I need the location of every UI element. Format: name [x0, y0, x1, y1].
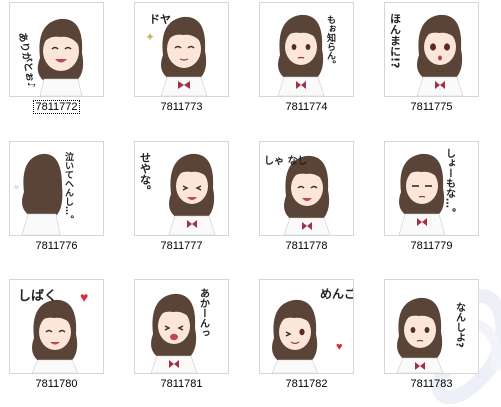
sticker-thumbnail[interactable]: ほんまに!? [384, 2, 479, 97]
girl-laughing-image: ありがとぉ♪ [16, 18, 84, 96]
girl-pouting-image: もぉ知らん。 [277, 14, 337, 96]
sticker-thumbnail[interactable]: しばく ♥ [9, 279, 104, 374]
sticker-item[interactable]: なんしよ? 7811783 [384, 279, 484, 397]
sticker-id-label: 7811777 [160, 240, 203, 252]
svg-text:ドヤ: ドヤ [149, 13, 171, 26]
sticker-item[interactable]: ありがとぉ♪ 7811772 [9, 2, 109, 120]
sticker-id-label: 7811775 [410, 101, 453, 113]
sticker-item[interactable]: もぉ知らん。 7811774 [259, 2, 359, 120]
svg-text:泣いてへんし…。: 泣いてへんし…。 [63, 151, 74, 224]
sticker-thumbnail[interactable]: ありがとぉ♪ [9, 2, 104, 97]
svg-text:しゃ なし: しゃ なし [264, 155, 307, 167]
sticker-thumbnail[interactable]: ✦ ドヤ [134, 2, 229, 97]
sticker-thumbnail[interactable]: めんご ♥ [259, 279, 354, 374]
sticker-id-label: 7811774 [285, 101, 328, 113]
sticker-grid: ありがとぉ♪ 7811772 ✦ ドヤ 7811773 もぉ知らん。 78117… [0, 0, 501, 407]
girl-smug-image: ✦ ドヤ [145, 13, 208, 96]
sticker-item[interactable]: ≈ 泣いてへんし…。 7811776 [9, 141, 109, 259]
svg-text:なんしよ?: なんしよ? [454, 302, 466, 348]
sticker-id-label: 7811773 [160, 101, 203, 113]
svg-text:ほんまに!?: ほんまに!? [389, 13, 402, 69]
sticker-item[interactable]: めんご ♥ 7811782 [259, 279, 359, 397]
sticker-item[interactable]: ほんまに!? 7811775 [384, 2, 484, 120]
sticker-thumbnail[interactable]: なんしよ? [384, 279, 479, 374]
sticker-item[interactable]: せやな。 7811777 [134, 141, 234, 259]
sticker-item[interactable]: しょーもな…。 7811779 [384, 141, 484, 259]
sticker-item[interactable]: しゃ なし 7811778 [259, 141, 359, 259]
svg-text:あかーんっ: あかーんっ [198, 288, 210, 338]
sticker-id-label: 7811780 [35, 378, 78, 390]
sticker-id-label: 7811783 [410, 378, 453, 390]
svg-text:めんご: めんご [320, 286, 353, 301]
girl-shouting-image: あかーんっ [150, 288, 210, 373]
svg-text:ありがとぉ♪: ありがとぉ♪ [16, 31, 39, 89]
girl-questioning-image: なんしよ? [396, 297, 466, 373]
sticker-thumbnail[interactable]: あかーんっ [134, 279, 229, 374]
girl-surprised-image: ほんまに!? [389, 13, 464, 96]
svg-text:♥: ♥ [336, 341, 343, 353]
sticker-item[interactable]: ✦ ドヤ 7811773 [134, 2, 234, 120]
svg-text:≈: ≈ [14, 182, 19, 192]
girl-grinning-image: しばく ♥ [18, 289, 88, 373]
sticker-id-label: 7811778 [285, 240, 328, 252]
sticker-thumbnail[interactable]: せやな。 [134, 141, 229, 236]
svg-text:♥: ♥ [80, 289, 88, 305]
girl-winking-image: めんご ♥ [271, 286, 353, 373]
sticker-id-label: 7811781 [160, 378, 203, 390]
svg-text:✦: ✦ [145, 30, 155, 44]
svg-text:しょーもな…。: しょーもな…。 [444, 148, 456, 218]
svg-text:しばく: しばく [18, 289, 57, 304]
sticker-thumbnail[interactable]: ≈ 泣いてへんし…。 [9, 141, 104, 236]
girl-unimpressed-image: しょーもな…。 [398, 148, 456, 235]
sticker-id-label: 7811782 [285, 378, 328, 390]
sticker-id-label: 7811772 [33, 100, 80, 114]
sticker-item[interactable]: しばく ♥ 7811780 [9, 279, 109, 397]
girl-turned-away-image: ≈ 泣いてへんし…。 [14, 151, 74, 235]
svg-text:せやな。: せやな。 [139, 152, 152, 196]
sticker-thumbnail[interactable]: もぉ知らん。 [259, 2, 354, 97]
girl-agreeing-image: せやな。 [139, 152, 216, 235]
sticker-id-label: 7811776 [35, 240, 78, 252]
sticker-thumbnail[interactable]: しゃ なし [259, 141, 354, 236]
girl-cheering-image: しゃ なし [264, 155, 331, 235]
sticker-item[interactable]: あかーんっ 7811781 [134, 279, 234, 397]
svg-text:もぉ知らん。: もぉ知らん。 [325, 15, 337, 69]
sticker-id-label: 7811779 [410, 240, 453, 252]
sticker-thumbnail[interactable]: しょーもな…。 [384, 141, 479, 236]
